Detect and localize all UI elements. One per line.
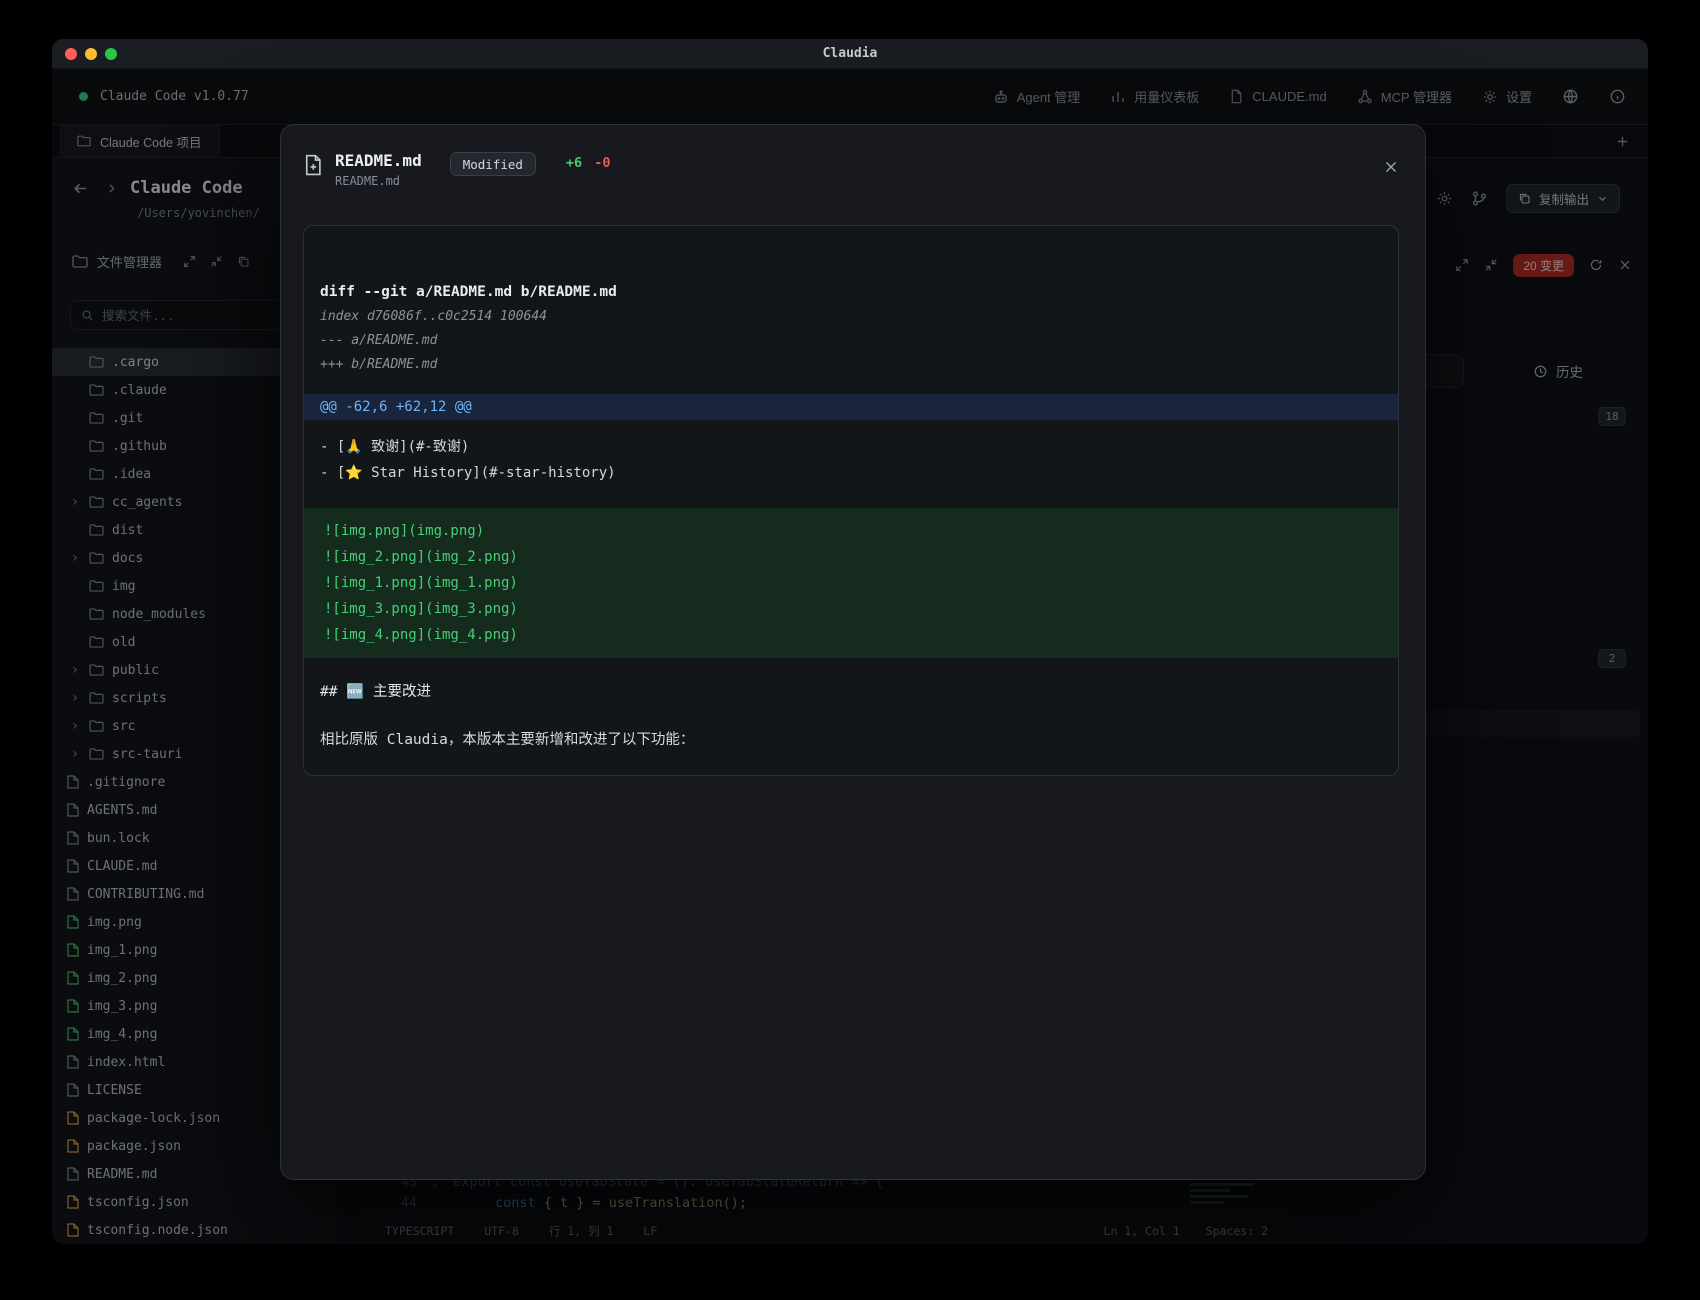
window-title: Claudia (823, 46, 878, 61)
close-window-button[interactable] (65, 48, 77, 60)
diff-added-line: ![img_2.png](img_2.png) (304, 544, 1398, 570)
diff-from-line: --- a/README.md (320, 333, 1382, 348)
modal-subtitle: README.md (335, 174, 422, 188)
diff-modal: README.md README.md Modified +6 -0 diff … (280, 124, 1426, 1180)
titlebar: Claudia (52, 39, 1648, 69)
additions-count: +6 (566, 155, 582, 171)
diff-context-lines: - [🙏 致谢](#-致谢)- [⭐ Star History](#-star-… (304, 434, 1398, 486)
diff-added-line: ![img_3.png](img_3.png) (304, 596, 1398, 622)
minimize-window-button[interactable] (85, 48, 97, 60)
diff-file-icon (303, 153, 323, 177)
diff-context-line: - [🙏 致谢](#-致谢) (304, 434, 1398, 460)
diff-context-line: - [⭐ Star History](#-star-history) (304, 460, 1398, 486)
diff-added-line: ![img_1.png](img_1.png) (304, 570, 1398, 596)
diff-panel: diff --git a/README.md b/README.md index… (303, 225, 1399, 776)
deletions-count: -0 (594, 155, 610, 171)
modal-close-button[interactable] (1383, 159, 1399, 175)
modal-header: README.md README.md Modified +6 -0 (281, 125, 1425, 209)
diff-added-block: ![img.png](img.png)![img_2.png](img_2.pn… (304, 508, 1398, 658)
diff-heading-line: ## 🆕 主要改进 (320, 680, 1382, 701)
modified-badge: Modified (450, 152, 536, 176)
diff-added-line: ![img.png](img.png) (304, 518, 1398, 544)
diff-index-line: index d76086f..c0c2514 100644 (320, 309, 1382, 324)
modal-title: README.md (335, 151, 422, 170)
diff-added-line: ![img_4.png](img_4.png) (304, 622, 1398, 648)
diff-header-line: diff --git a/README.md b/README.md (320, 284, 1382, 300)
zoom-window-button[interactable] (105, 48, 117, 60)
diff-to-line: +++ b/README.md (320, 357, 1382, 372)
diff-paragraph-line: 相比原版 Claudia，本版本主要新增和改进了以下功能： (320, 728, 1382, 749)
diff-hunk-line: @@ -62,6 +62,12 @@ (304, 394, 1398, 420)
